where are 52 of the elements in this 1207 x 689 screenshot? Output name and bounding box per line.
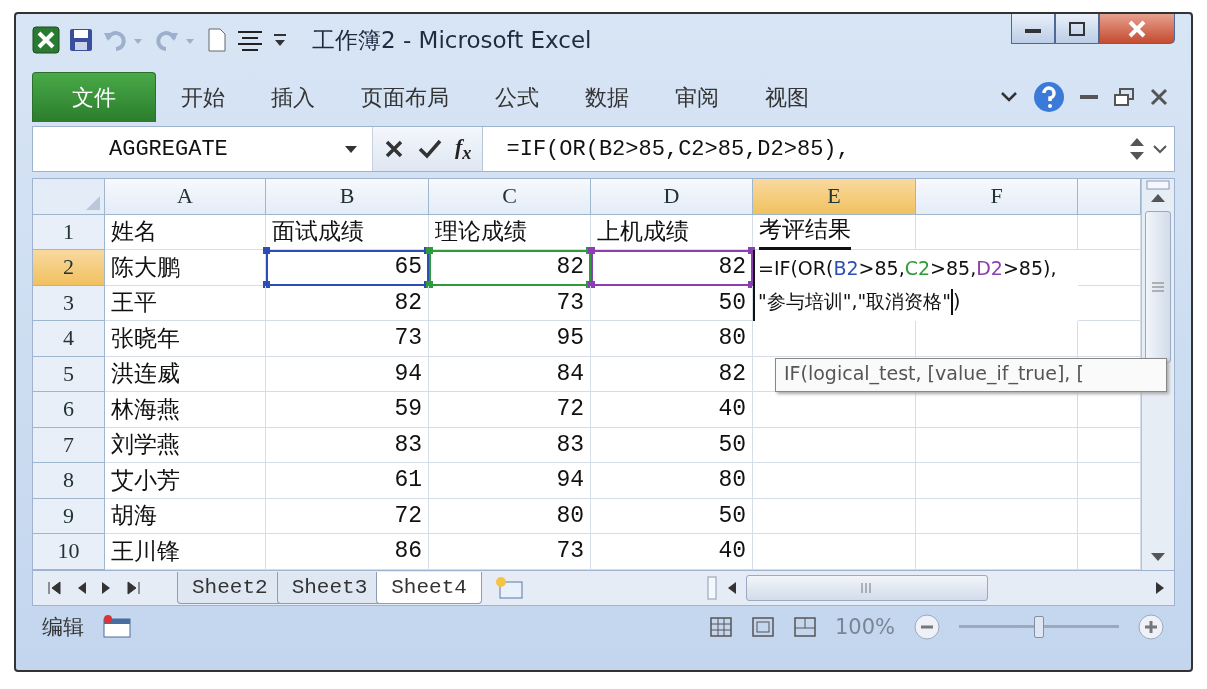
cell-text: 50 bbox=[718, 289, 746, 316]
cell-text: 86 bbox=[394, 538, 422, 565]
cell-text: 50 bbox=[718, 502, 746, 529]
cell-text: 95 bbox=[556, 325, 584, 352]
cell-text: 40 bbox=[718, 538, 746, 565]
cell-text: 上机成绩 bbox=[597, 217, 689, 247]
cell-text: 83 bbox=[394, 431, 422, 458]
cell-text: 艾小芳 bbox=[111, 465, 180, 495]
cell-text: 80 bbox=[718, 325, 746, 352]
cell-text: 刘学燕 bbox=[111, 430, 180, 460]
cell-text: 82 bbox=[394, 289, 422, 316]
cell-reference: B2 bbox=[833, 256, 859, 281]
referenced-cell: 82 bbox=[429, 250, 591, 286]
formula-text: >85, bbox=[858, 256, 905, 281]
status-mode: 编辑 bbox=[42, 613, 84, 641]
cell-text: 洪连威 bbox=[111, 359, 180, 389]
referenced-cell: 82 bbox=[591, 250, 753, 286]
cell-reference: C2 bbox=[904, 256, 931, 281]
cell-text: 50 bbox=[718, 431, 746, 458]
cell-text: 林海燕 bbox=[111, 394, 180, 424]
cell-text: 72 bbox=[556, 396, 584, 423]
cell-text: 80 bbox=[718, 467, 746, 494]
cell-text: 胡海 bbox=[111, 501, 157, 531]
formula-text: >85), bbox=[1002, 256, 1057, 281]
cell-text: 83 bbox=[556, 431, 584, 458]
cell-text: 姓名 bbox=[111, 217, 157, 247]
formula-text: =IF(OR( bbox=[758, 256, 834, 281]
cell-text: 40 bbox=[718, 396, 746, 423]
cell-text: 王平 bbox=[111, 288, 157, 318]
cell-text: 80 bbox=[556, 502, 584, 529]
cell-text: 94 bbox=[394, 360, 422, 387]
formula-text: "参与培训","取消资格" bbox=[758, 289, 951, 314]
cell-text: 94 bbox=[556, 467, 584, 494]
cell-text: 72 bbox=[394, 502, 422, 529]
cell-text: 张晓年 bbox=[111, 323, 180, 353]
cell-text: 73 bbox=[556, 289, 584, 316]
cell-text: 73 bbox=[394, 325, 422, 352]
formula-text: >85, bbox=[930, 256, 977, 281]
cell-reference: D2 bbox=[976, 256, 1003, 281]
formula-text: ) bbox=[953, 289, 961, 314]
function-tooltip: IF(logical_test, [value_if_true], [ bbox=[775, 358, 1167, 392]
cell-text: 面试成绩 bbox=[272, 217, 364, 247]
cell-text: 82 bbox=[718, 360, 746, 387]
cell-text: 73 bbox=[556, 538, 584, 565]
cell-text: 61 bbox=[394, 467, 422, 494]
referenced-cell: 65 bbox=[266, 250, 429, 286]
window-title: 工作簿2 - Microsoft Excel bbox=[312, 25, 592, 55]
cell-text: 王川锋 bbox=[111, 536, 180, 566]
cell-text: 理论成绩 bbox=[435, 217, 527, 247]
cell-text: 84 bbox=[556, 360, 584, 387]
cell-text: 陈大鹏 bbox=[111, 252, 180, 282]
cell-text: 59 bbox=[394, 396, 422, 423]
